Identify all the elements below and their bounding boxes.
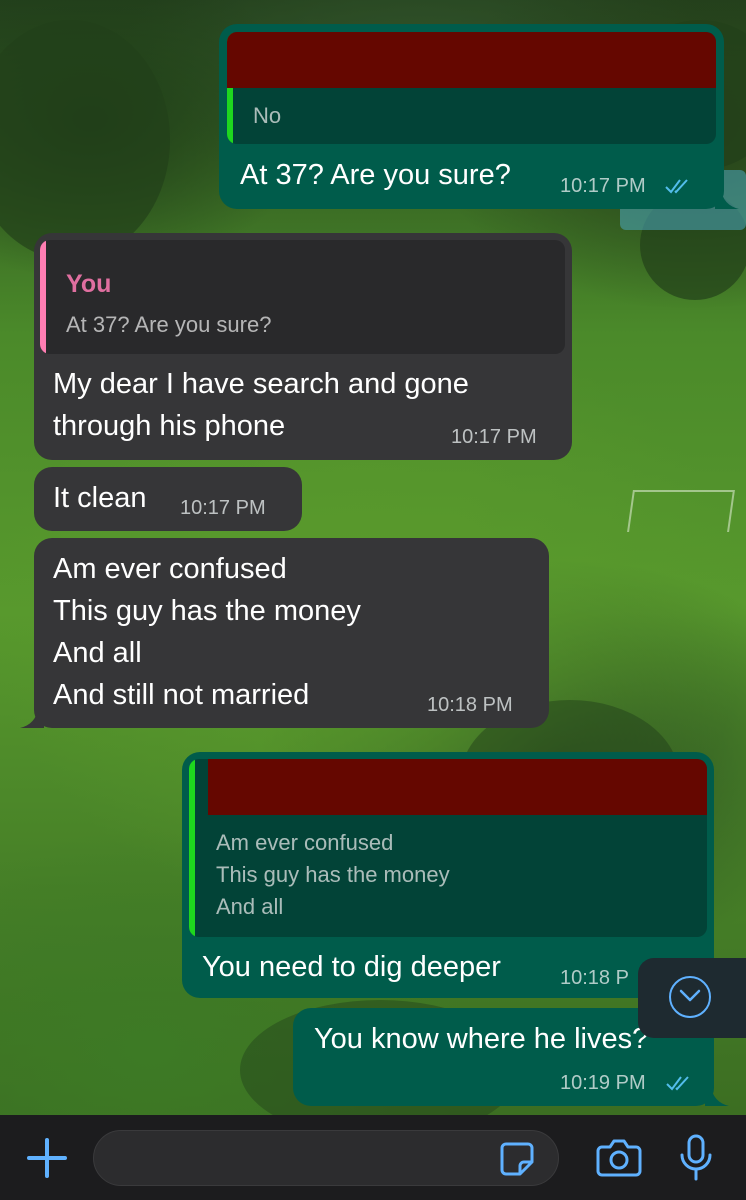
message-text: At 37? Are you sure? bbox=[240, 159, 511, 191]
microphone-icon[interactable] bbox=[678, 1133, 714, 1183]
camera-icon[interactable] bbox=[596, 1135, 642, 1179]
quoted-text: No bbox=[253, 103, 282, 128]
message-text: You know where he lives? bbox=[314, 1023, 649, 1055]
message-input-field[interactable] bbox=[93, 1130, 559, 1186]
quoted-text: Am ever confused This guy has the money … bbox=[216, 830, 450, 919]
wallpaper-tree bbox=[0, 20, 170, 260]
message-time: 10:19 PM bbox=[560, 1072, 646, 1094]
message-input[interactable] bbox=[112, 1139, 496, 1179]
quote-accent-bar bbox=[189, 759, 195, 937]
redacted-author-name bbox=[208, 759, 707, 815]
message-text: My dear I have search and gone through h… bbox=[53, 368, 469, 442]
quoted-message[interactable]: You At 37? Are you sure? bbox=[40, 240, 565, 354]
redacted-author-name bbox=[227, 32, 716, 88]
double-check-icon bbox=[666, 1076, 689, 1091]
message-time: 10:17 PM bbox=[180, 497, 266, 519]
message-bubble-outgoing[interactable]: Am ever confused This guy has the money … bbox=[182, 752, 714, 998]
quoted-message[interactable]: No bbox=[227, 32, 716, 144]
quoted-author: You bbox=[66, 270, 112, 298]
quote-accent-bar bbox=[40, 240, 46, 354]
quoted-message[interactable]: Am ever confused This guy has the money … bbox=[189, 759, 707, 937]
message-bubble-incoming[interactable]: Am ever confused This guy has the money … bbox=[20, 538, 549, 728]
message-bubble-incoming[interactable]: It clean 10:17 PM bbox=[34, 467, 302, 531]
message-time: 10:18 P bbox=[560, 967, 629, 989]
message-time: 10:17 PM bbox=[560, 175, 646, 197]
message-text: Am ever confused This guy has the money … bbox=[53, 553, 361, 711]
sticker-icon[interactable] bbox=[498, 1140, 536, 1178]
quoted-text: At 37? Are you sure? bbox=[66, 312, 272, 337]
scroll-to-bottom-button[interactable] bbox=[638, 958, 746, 1038]
composer-bar bbox=[0, 1115, 746, 1200]
message-time: 10:17 PM bbox=[451, 426, 537, 448]
message-bubble-incoming[interactable]: You At 37? Are you sure? My dear I have … bbox=[34, 233, 572, 460]
bubble-tail bbox=[705, 1086, 729, 1106]
bubble-tail bbox=[20, 708, 44, 728]
bubble-tail bbox=[715, 189, 739, 209]
message-bubble-outgoing[interactable]: No At 37? Are you sure? 10:17 PM bbox=[219, 24, 739, 209]
message-text: You need to dig deeper bbox=[202, 951, 501, 983]
double-check-icon bbox=[665, 179, 688, 194]
chevron-down-icon bbox=[669, 976, 711, 1018]
message-text: It clean bbox=[53, 482, 147, 514]
message-time: 10:18 PM bbox=[427, 694, 513, 716]
wallpaper-goal bbox=[627, 490, 735, 532]
plus-icon[interactable] bbox=[26, 1137, 68, 1179]
